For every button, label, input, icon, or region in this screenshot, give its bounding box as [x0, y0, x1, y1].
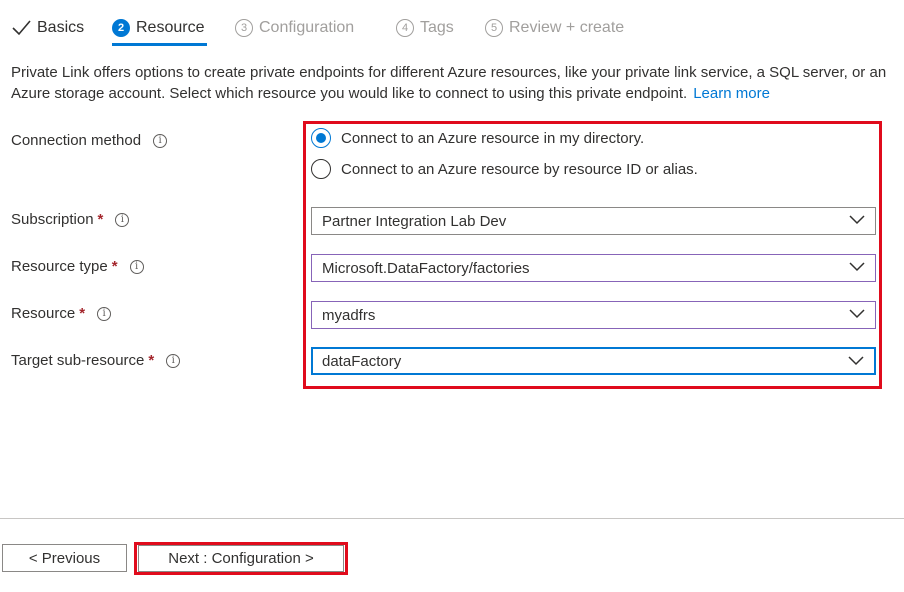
info-icon[interactable]: i [153, 133, 168, 148]
resource-label-text: Resource [11, 305, 76, 322]
radio-connect-resource-id[interactable]: Connect to an Azure resource by resource… [311, 159, 698, 179]
active-tab-indicator [112, 43, 207, 46]
connection-method-label-text: Connection method [11, 132, 142, 149]
required-marker: * [148, 352, 155, 369]
chevron-down-icon [849, 309, 865, 319]
tab-resource-label: Resource [136, 19, 205, 36]
info-icon[interactable]: i [115, 212, 130, 227]
required-marker: * [111, 258, 118, 275]
tab-resource[interactable]: 2 Resource [112, 14, 204, 42]
learn-more-link[interactable]: Learn more [693, 85, 770, 102]
radio-connect-resource-id-label: Connect to an Azure resource by resource… [341, 160, 698, 178]
info-icon[interactable]: i [166, 353, 181, 368]
footer-divider [0, 518, 904, 519]
connection-method-label: Connection method i [11, 132, 168, 149]
previous-button[interactable]: < Previous [2, 544, 127, 572]
checkmark-icon [12, 20, 31, 36]
wizard-tabs: Basics 2 Resource 3 Configuration 4 Tags… [0, 0, 904, 48]
tab-tags-label: Tags [420, 19, 454, 36]
radio-button[interactable] [311, 159, 331, 179]
chevron-down-icon [849, 262, 865, 272]
tab-basics-label: Basics [37, 19, 85, 36]
tab-resource-number: 2 [112, 19, 130, 37]
resource-label: Resource * i [11, 305, 112, 322]
target-sub-resource-label: Target sub-resource * i [11, 352, 181, 369]
tab-configuration[interactable]: 3 Configuration [235, 14, 354, 42]
resource-type-label: Resource type * i [11, 258, 144, 275]
required-marker: * [97, 211, 104, 228]
info-icon[interactable]: i [129, 259, 144, 274]
tab-review-create[interactable]: 5 Review + create [485, 14, 624, 42]
tab-tags-number: 4 [396, 19, 414, 37]
tab-basics[interactable]: Basics [11, 14, 84, 42]
target-sub-resource-value: dataFactory [322, 352, 402, 370]
radio-connect-directory-label: Connect to an Azure resource in my direc… [341, 129, 645, 147]
target-sub-resource-dropdown[interactable]: dataFactory [311, 347, 876, 375]
chevron-down-icon [849, 215, 865, 225]
subscription-label: Subscription * i [11, 211, 130, 228]
next-configuration-button[interactable]: Next : Configuration > [138, 545, 344, 572]
resource-dropdown[interactable]: myadfrs [311, 301, 876, 329]
resource-type-value: Microsoft.DataFactory/factories [322, 259, 530, 277]
radio-connect-directory[interactable]: Connect to an Azure resource in my direc… [311, 128, 644, 148]
resource-type-dropdown[interactable]: Microsoft.DataFactory/factories [311, 254, 876, 282]
tab-configuration-number: 3 [235, 19, 253, 37]
info-icon[interactable]: i [97, 306, 112, 321]
chevron-down-icon [848, 356, 864, 366]
target-sub-resource-label-text: Target sub-resource [11, 352, 145, 369]
tab-review-create-number: 5 [485, 19, 503, 37]
subscription-value: Partner Integration Lab Dev [322, 212, 507, 230]
resource-type-label-text: Resource type [11, 258, 108, 275]
subscription-label-text: Subscription [11, 211, 94, 228]
subscription-dropdown[interactable]: Partner Integration Lab Dev [311, 207, 876, 235]
tab-tags[interactable]: 4 Tags [396, 14, 454, 42]
tab-review-create-label: Review + create [509, 19, 625, 36]
tab-configuration-label: Configuration [259, 19, 355, 36]
resource-value: myadfrs [322, 306, 376, 324]
description: Private Link offers options to create pr… [11, 62, 891, 104]
required-marker: * [79, 305, 86, 322]
radio-button-selected[interactable] [311, 128, 331, 148]
